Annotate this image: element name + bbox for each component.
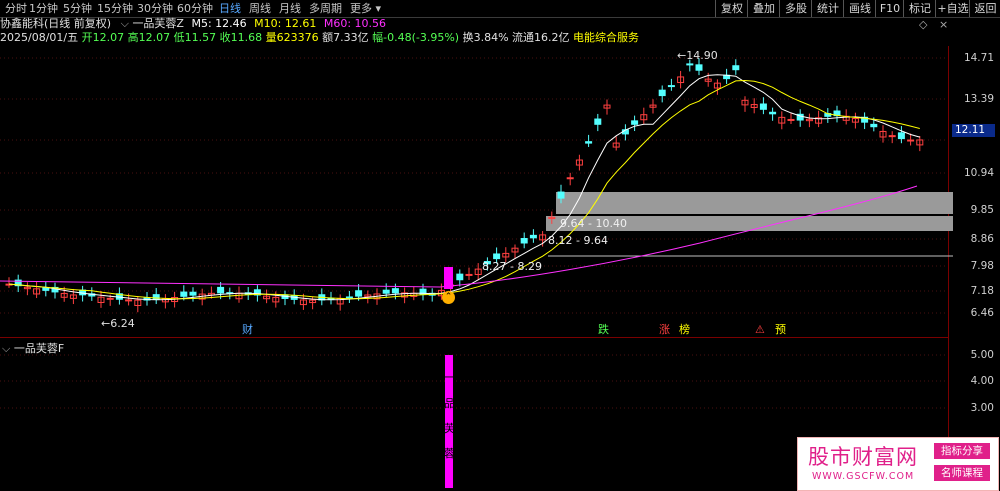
- candle-body: [658, 89, 666, 97]
- marker-rank[interactable]: 榜: [679, 324, 690, 336]
- current-price-tag: 12.11: [952, 124, 995, 137]
- price-tick: 13.39: [963, 93, 994, 105]
- candle-body: [382, 289, 390, 294]
- candle-body: [152, 294, 160, 300]
- candle-body: [106, 297, 114, 300]
- candle-body: [180, 291, 188, 297]
- candle-body: [345, 296, 353, 299]
- candle-body: [529, 234, 537, 239]
- marker-drop[interactable]: 跌: [598, 324, 609, 336]
- moving-averages: [0, 74, 920, 301]
- candle-body: [456, 273, 464, 281]
- sub-axis-tick: 3.00: [970, 402, 994, 414]
- watermark-tag-course: 名师课程: [934, 465, 990, 481]
- grid-lines: [0, 57, 948, 409]
- high-value: 14.90: [686, 49, 718, 62]
- candle-body: [465, 273, 473, 276]
- low-value: 6.24: [110, 317, 135, 330]
- candle-body: [732, 65, 740, 71]
- candle-body: [870, 123, 878, 128]
- high-price-label: ←14.90: [677, 49, 718, 62]
- candle-body: [355, 290, 363, 297]
- sub-axis-tick: 5.00: [970, 349, 994, 361]
- candle-body: [493, 253, 501, 260]
- candle-body: [907, 139, 915, 142]
- marker-warning[interactable]: ⚠: [755, 324, 765, 336]
- candle-body: [585, 141, 593, 144]
- candle-body: [217, 286, 225, 294]
- price-tick: 7.98: [970, 260, 994, 272]
- signal-char: 蓉: [444, 447, 455, 460]
- kline-chart[interactable]: [0, 0, 1000, 491]
- sub-indicator-name: 一品芙蓉F: [13, 342, 65, 355]
- marker-forecast[interactable]: 预: [775, 324, 786, 336]
- gap-label-1: 9.64 - 10.40: [560, 217, 627, 230]
- price-tick: 9.85: [970, 204, 994, 216]
- signal-char: 一: [444, 371, 455, 384]
- gap-box-upper: [556, 192, 953, 214]
- signal-char: 品: [444, 397, 455, 410]
- price-tick: 14.71: [963, 52, 994, 64]
- price-tick: 10.94: [963, 167, 994, 179]
- candle-body: [897, 132, 905, 140]
- low-price-label: ←6.24: [101, 317, 135, 330]
- watermark-tag-share: 指标分享: [934, 443, 990, 459]
- candle-body: [686, 63, 694, 66]
- candle-body: [695, 64, 703, 71]
- buy-signal-icon[interactable]: ⌃: [442, 291, 455, 304]
- candle-body: [631, 120, 639, 125]
- chevron-down-icon: ⌵: [2, 342, 11, 355]
- sub-axis-tick: 4.00: [970, 375, 994, 387]
- candle-body: [787, 118, 795, 121]
- candle-body: [667, 85, 675, 88]
- signal-candle: [444, 267, 453, 289]
- signal-char: 芙: [444, 422, 455, 435]
- candle-body: [566, 177, 574, 180]
- watermark-title: 股市财富网: [808, 445, 918, 469]
- candles: [5, 58, 924, 313]
- price-tick: 7.18: [970, 285, 994, 297]
- candle-body: [769, 111, 777, 115]
- candle-body: [391, 288, 399, 294]
- candle-body: [520, 238, 528, 244]
- watermark: 股市财富网 WWW.GSCFW.COM 指标分享 名师课程: [797, 437, 999, 491]
- price-tick: 8.86: [970, 233, 994, 245]
- gap-label-2: 8.12 - 9.64: [548, 234, 608, 247]
- marker-rise[interactable]: 涨: [659, 324, 670, 336]
- sub-panel-title[interactable]: ⌵ 一品芙蓉F: [2, 340, 64, 356]
- gap-label-3: 8.27 - 8.29: [482, 260, 542, 273]
- candle-body: [888, 135, 896, 138]
- candle-body: [125, 299, 133, 302]
- marker-finance[interactable]: 财: [242, 324, 253, 336]
- candle-body: [759, 103, 767, 110]
- candle-body: [594, 118, 602, 125]
- watermark-url: WWW.GSCFW.COM: [812, 471, 915, 482]
- candle-body: [557, 191, 565, 199]
- price-tick: 6.46: [970, 307, 994, 319]
- candle-body: [189, 291, 197, 296]
